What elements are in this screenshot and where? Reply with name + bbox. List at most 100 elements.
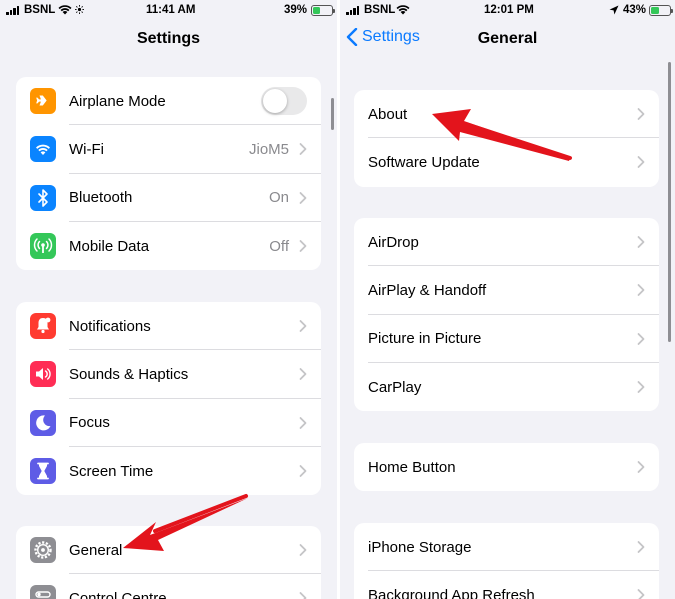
- chevron-right-icon: [637, 589, 645, 599]
- row-label: Home Button: [368, 458, 456, 476]
- carrier-label: BSNL: [364, 4, 396, 16]
- settings-screen: BSNL 11:41 AM 39% Settings Airplane Mode…: [0, 0, 337, 599]
- gear-icon: [30, 537, 56, 563]
- scroll-indicator[interactable]: [331, 98, 334, 130]
- toggle-knob: [263, 89, 287, 114]
- row-label: Screen Time: [69, 462, 154, 480]
- row-value: JioM5: [248, 140, 289, 158]
- chevron-right-icon: [637, 108, 645, 121]
- chevron-right-icon: [299, 240, 307, 252]
- home-button-group: Home Button: [354, 443, 659, 492]
- page-title: General: [477, 30, 538, 47]
- row-label: Bluetooth: [69, 189, 133, 207]
- wifi-icon: [30, 136, 56, 163]
- row-label: Picture in Picture: [368, 330, 482, 348]
- row-label: Sounds & Haptics: [69, 365, 189, 383]
- chevron-right-icon: [637, 461, 645, 474]
- chevron-right-icon: [299, 416, 307, 429]
- status-bar: BSNL 12:01 PM 43%: [340, 0, 675, 24]
- settings-row-control-centre[interactable]: Control Centre: [16, 574, 321, 599]
- chevron-right-icon: [299, 465, 307, 477]
- row-label: Background App Refresh: [368, 586, 535, 599]
- row-label: Control Centre: [69, 589, 167, 599]
- row-label: CarPlay: [368, 378, 422, 396]
- chevron-right-icon: [299, 143, 307, 156]
- settings-row-carplay[interactable]: CarPlay: [354, 363, 659, 411]
- settings-row-picture-in-picture[interactable]: Picture in Picture: [354, 315, 659, 363]
- speaker-icon: [30, 361, 56, 388]
- chevron-right-icon: [637, 236, 645, 249]
- storage-group: iPhone Storage Background App Refresh: [354, 523, 659, 599]
- row-value: Off: [269, 237, 289, 255]
- brightness-icon: [75, 5, 84, 14]
- row-label: Notifications: [69, 317, 151, 335]
- settings-row-airplane-mode[interactable]: Airplane Mode: [16, 77, 321, 126]
- moon-icon: [30, 409, 56, 436]
- chevron-right-icon: [299, 320, 307, 333]
- antenna-icon: [30, 232, 56, 259]
- row-label: General: [69, 541, 123, 559]
- wifi-status-icon: [58, 5, 72, 15]
- notifications-group: Notifications Sounds & Haptics Focus Screen…: [16, 302, 321, 496]
- battery-icon: [311, 5, 335, 16]
- row-label: Wi-Fi: [69, 140, 104, 158]
- connectivity-group: Airplane Mode Wi-Fi JioM5 Bluetooth On Mobile…: [16, 77, 321, 271]
- settings-row-focus[interactable]: Focus: [16, 399, 321, 447]
- settings-row-background-app-refresh[interactable]: Background App Refresh: [354, 571, 659, 599]
- status-time: 12:01 PM: [484, 4, 534, 16]
- chevron-right-icon: [299, 191, 307, 204]
- airdrop-group: AirDrop AirPlay & Handoff Picture in Pictu…: [354, 218, 659, 412]
- scroll-indicator[interactable]: [668, 62, 671, 342]
- general-group: General Control Centre: [16, 526, 321, 599]
- airplane-icon: [30, 88, 56, 114]
- settings-row-bluetooth[interactable]: Bluetooth On: [16, 174, 321, 222]
- carrier-label: BSNL: [24, 4, 56, 16]
- settings-row-mobile-data[interactable]: Mobile Data Off: [16, 222, 321, 270]
- cellular-signal-icon: [346, 6, 359, 15]
- general-screen: BSNL 12:01 PM 43% Settings General About…: [340, 0, 675, 599]
- chevron-right-icon: [299, 544, 307, 557]
- switches-icon: [30, 585, 56, 599]
- row-label: AirPlay & Handoff: [368, 281, 487, 299]
- chevron-right-icon: [637, 541, 645, 554]
- row-value: On: [268, 189, 289, 207]
- airplane-mode-toggle[interactable]: [261, 87, 307, 116]
- settings-row-airdrop[interactable]: AirDrop: [354, 218, 659, 267]
- chevron-right-icon: [637, 284, 645, 297]
- row-label: iPhone Storage: [368, 538, 472, 556]
- bluetooth-icon: [30, 184, 56, 211]
- settings-row-wi-fi[interactable]: Wi-Fi JioM5: [16, 125, 321, 174]
- chevron-right-icon: [299, 592, 307, 599]
- chevron-right-icon: [637, 156, 645, 169]
- row-label: AirDrop: [368, 233, 419, 251]
- settings-row-software-update[interactable]: Software Update: [354, 138, 659, 186]
- page-title: Settings: [136, 30, 201, 47]
- battery-percent: 43%: [623, 4, 647, 16]
- chevron-right-icon: [637, 381, 645, 393]
- chevron-right-icon: [637, 332, 645, 345]
- settings-row-home-button[interactable]: Home Button: [354, 443, 659, 491]
- settings-row-about[interactable]: About: [354, 90, 659, 139]
- settings-row-iphone-storage[interactable]: iPhone Storage: [354, 523, 659, 572]
- settings-row-screen-time[interactable]: Screen Time: [16, 447, 321, 495]
- battery-percent: 39%: [284, 4, 308, 16]
- about-group: About Software Update: [354, 90, 659, 187]
- settings-row-airplay-handoff[interactable]: AirPlay & Handoff: [354, 266, 659, 315]
- row-label: Airplane Mode: [69, 92, 166, 110]
- row-label: Software Update: [368, 153, 480, 171]
- bell-icon: [30, 313, 56, 339]
- row-label: About: [368, 105, 408, 123]
- row-label: Focus: [69, 414, 110, 432]
- chevron-right-icon: [299, 368, 307, 381]
- settings-row-general[interactable]: General: [16, 526, 321, 575]
- settings-row-sounds-haptics[interactable]: Sounds & Haptics: [16, 350, 321, 399]
- wifi-status-icon: [396, 5, 410, 15]
- row-label: Mobile Data: [69, 237, 150, 255]
- hourglass-icon: [30, 457, 56, 484]
- battery-icon: [649, 5, 673, 16]
- status-time: 11:41 AM: [146, 4, 196, 16]
- location-arrow-icon: [609, 5, 619, 15]
- cellular-signal-icon: [6, 6, 19, 15]
- settings-row-notifications[interactable]: Notifications: [16, 302, 321, 351]
- status-bar: BSNL 11:41 AM 39%: [0, 0, 337, 24]
